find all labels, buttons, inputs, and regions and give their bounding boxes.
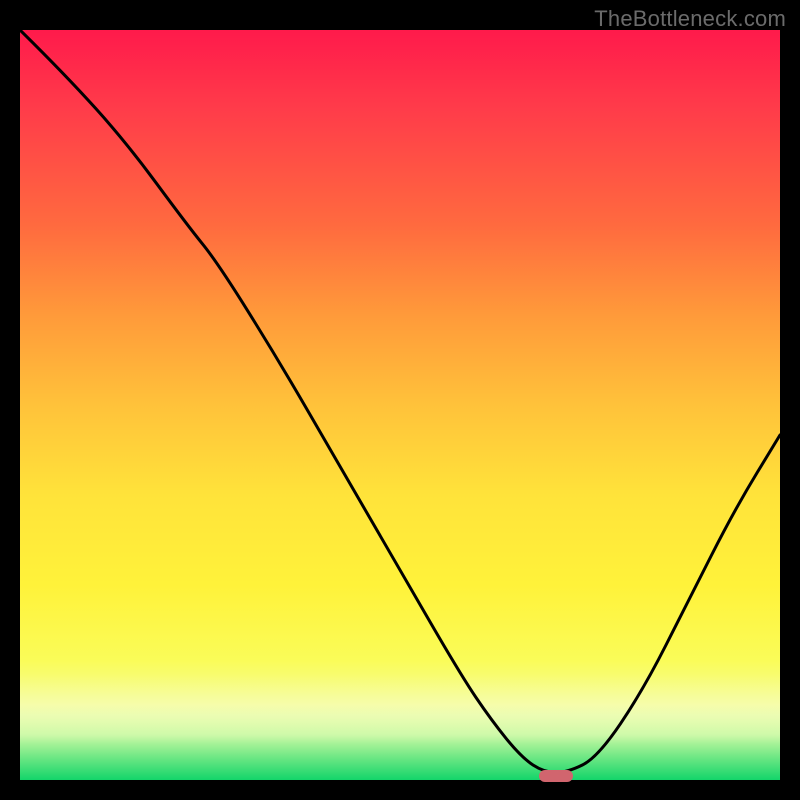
curve-path	[20, 30, 780, 773]
bottleneck-curve	[20, 30, 780, 780]
optimum-marker	[539, 770, 573, 782]
plot-area	[20, 30, 780, 780]
chart-stage: TheBottleneck.com	[0, 0, 800, 800]
watermark-text: TheBottleneck.com	[594, 6, 786, 32]
